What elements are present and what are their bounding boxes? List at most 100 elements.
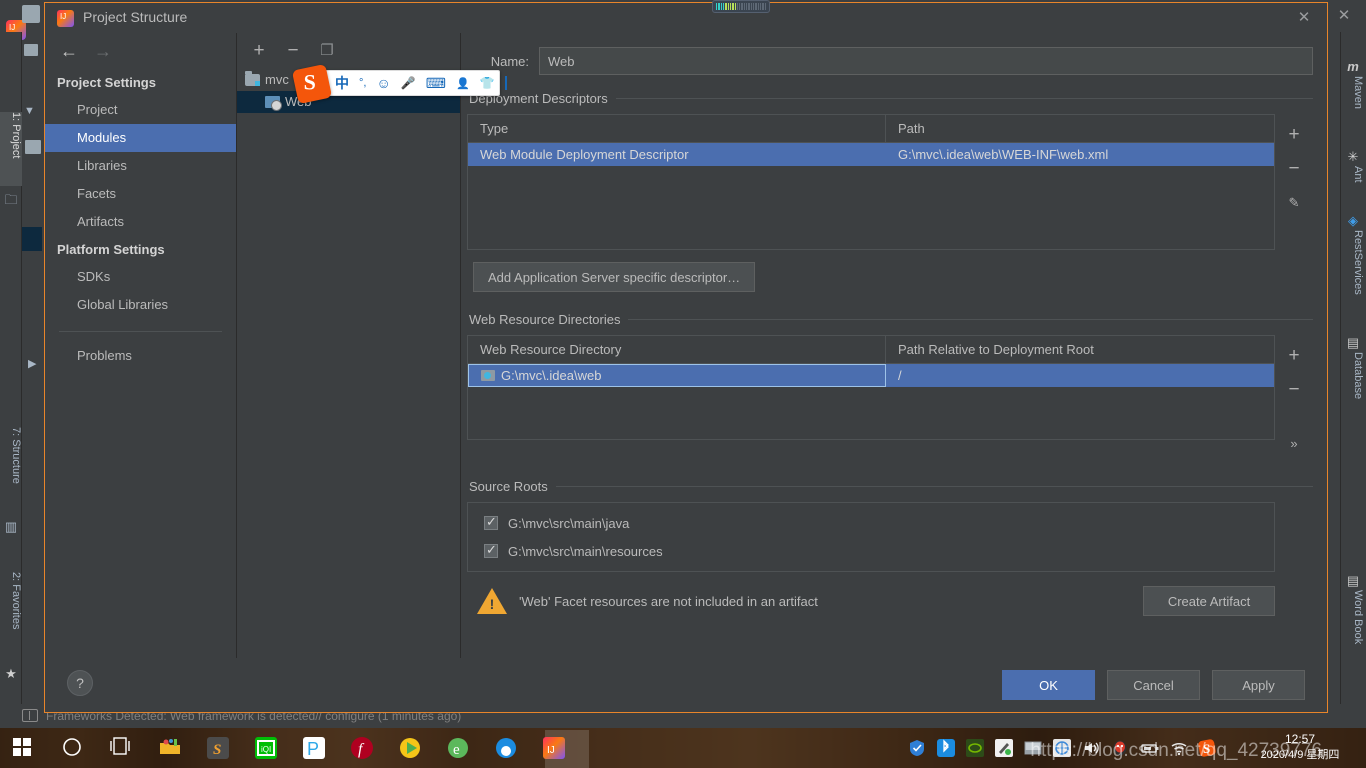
add-app-server-descriptor-button[interactable]: Add Application Server specific descript…	[473, 262, 756, 292]
sidebar-item-project[interactable]: 1: Project	[0, 112, 22, 186]
browser-icon[interactable]	[495, 737, 517, 759]
flash-icon[interactable]: f	[351, 737, 373, 759]
web-resource-directories-caption: Web Resource Directories	[469, 312, 1313, 327]
folder-browse-icon[interactable]	[481, 370, 495, 381]
facet-settings-panel: Name: Deployment Descriptors Type Path W…	[461, 33, 1327, 658]
dialog-title: Project Structure	[83, 9, 188, 25]
cell-type: Web Module Deployment Descriptor	[480, 147, 689, 162]
table-row[interactable]: / G:\mvc\.idea\web	[468, 364, 1274, 387]
sogou-ime-toolbar[interactable]: 中 °, ☺ 🎤 ⌨ 👤 👕	[291, 63, 507, 105]
back-arrow-icon[interactable]: ←	[57, 41, 81, 63]
sidebar-item-facets[interactable]: Facets	[45, 180, 236, 208]
tool-window-database[interactable]: Database	[1342, 352, 1364, 420]
sidebar-item-artifacts[interactable]: Artifacts	[45, 208, 236, 236]
bluetooth-icon[interactable]	[937, 739, 955, 757]
dialog-footer: ? OK Cancel Apply	[45, 658, 1327, 712]
column-header-web-resource-directory[interactable]: Web Resource Directory	[468, 336, 886, 363]
ide-right-tool-strip: m Maven ✳ Ant ◈ RestServices ▤ Database …	[1340, 32, 1366, 728]
explorer-icon[interactable]	[159, 737, 181, 759]
ide-close-icon[interactable]: ✕	[1330, 4, 1358, 28]
warning-triangle-icon	[477, 588, 507, 614]
remove-descriptor-button[interactable]: −	[1280, 152, 1308, 186]
column-header-path[interactable]: Path	[886, 115, 1274, 142]
remove-web-resource-button[interactable]: −	[1280, 373, 1308, 407]
tool-window-rest-services[interactable]: RestServices	[1342, 230, 1364, 324]
ok-button[interactable]: OK	[1002, 670, 1095, 700]
battery-icon[interactable]	[1140, 739, 1159, 757]
qq-icon[interactable]	[1111, 739, 1129, 757]
tool-window-word-book[interactable]: Word Book	[1342, 590, 1364, 670]
iqiyi-icon[interactable]: iQI	[255, 737, 277, 759]
punctuation-icon[interactable]: °,	[359, 77, 366, 89]
voice-input-icon[interactable]: 🎤	[401, 76, 416, 90]
task-view-icon[interactable]	[109, 737, 131, 759]
toolbox-icon[interactable]	[504, 76, 507, 90]
list-item[interactable]: G:\mvc\src\main\resources	[468, 537, 1274, 565]
create-artifact-button[interactable]: Create Artifact	[1143, 586, 1275, 616]
project-folder-icon	[22, 5, 40, 23]
source-root-checkbox[interactable]	[484, 542, 498, 558]
skin-icon[interactable]: 👕	[480, 76, 495, 90]
sidebar-item-sdks[interactable]: SDKs	[45, 263, 236, 291]
tool-window-ant[interactable]: Ant	[1342, 166, 1364, 200]
expand-web-resource-button[interactable]: »	[1280, 427, 1308, 461]
tree-collapse-arrow-icon[interactable]: ▼	[24, 105, 35, 117]
touchpad-icon[interactable]	[1024, 739, 1042, 757]
tree-expand-arrow-icon[interactable]: ▶	[28, 357, 36, 370]
sidebar-item-problems[interactable]: Problems	[45, 342, 236, 370]
sogou-tray-icon[interactable]: S	[1198, 739, 1216, 757]
sublime-text-icon[interactable]: S	[207, 737, 229, 759]
emoji-icon[interactable]: ☺	[376, 75, 390, 91]
network-monitor-icon[interactable]	[1053, 739, 1071, 757]
wifi-icon[interactable]	[1169, 739, 1187, 757]
remove-module-button[interactable]: −	[281, 39, 305, 63]
intellij-idea-icon[interactable]: IJ	[543, 737, 565, 759]
sidebar-item-modules[interactable]: Modules	[45, 124, 236, 152]
add-descriptor-button[interactable]: +	[1280, 118, 1308, 152]
tree-selected-row[interactable]	[22, 227, 42, 251]
apply-button[interactable]: Apply	[1212, 670, 1305, 700]
ebook-icon[interactable]: e	[447, 737, 469, 759]
rest-services-icon: ◈	[1348, 213, 1358, 228]
copy-module-button[interactable]: ❐	[315, 39, 339, 63]
column-header-relative-path[interactable]: Path Relative to Deployment Root	[886, 336, 1274, 363]
sidebar-item-libraries[interactable]: Libraries	[45, 152, 236, 180]
user-center-icon[interactable]: 👤	[456, 77, 470, 90]
web-resource-directory-editor[interactable]: G:\mvc\.idea\web	[468, 364, 886, 387]
dialog-app-icon	[57, 10, 74, 27]
taskbar-clock[interactable]: 12:57 2020/4/9 星期四	[1252, 731, 1348, 763]
sidebar-item-favorites[interactable]: 2: Favorites	[0, 572, 22, 662]
help-button[interactable]: ?	[67, 670, 93, 696]
ant-icon: ✳	[1347, 149, 1359, 164]
chinese-mode-icon[interactable]: 中	[335, 73, 349, 93]
potplayer-icon[interactable]	[399, 737, 421, 759]
tool-window-maven[interactable]: Maven	[1342, 76, 1364, 136]
clock-time: 12:57	[1284, 732, 1316, 746]
source-roots-list: G:\mvc\src\main\java G:\mvc\src\main\res…	[467, 502, 1275, 572]
list-item[interactable]: G:\mvc\src\main\java	[468, 509, 1274, 537]
deployment-descriptors-section: Type Path Web Module Deployment Descript…	[467, 114, 1313, 250]
windows-start-icon[interactable]	[12, 737, 34, 759]
security-shield-icon[interactable]	[908, 739, 926, 757]
pdf-reader-icon[interactable]: P	[303, 737, 325, 759]
edit-descriptor-button[interactable]: ✎	[1280, 186, 1308, 220]
sidebar-item-structure[interactable]: 7: Structure	[0, 427, 22, 513]
add-web-resource-button[interactable]: +	[1280, 339, 1308, 373]
name-input[interactable]	[539, 47, 1313, 75]
volume-icon[interactable]	[1082, 739, 1100, 757]
dialog-close-icon[interactable]: ✕	[1293, 8, 1315, 28]
sidebar-item-project[interactable]: Project	[45, 96, 236, 124]
sogou-logo-icon[interactable]	[291, 63, 333, 105]
add-module-button[interactable]: +	[247, 39, 271, 63]
wacom-pen-icon[interactable]	[995, 739, 1013, 757]
soft-keyboard-icon[interactable]: ⌨	[426, 75, 446, 92]
source-root-checkbox[interactable]	[484, 514, 498, 530]
table-row[interactable]: Web Module Deployment Descriptor G:\mvc\…	[468, 143, 1274, 166]
sidebar-item-global-libraries[interactable]: Global Libraries	[45, 291, 236, 319]
nvidia-icon[interactable]	[966, 739, 984, 757]
cortana-icon[interactable]	[62, 737, 84, 759]
nav-history-toolbar: ← →	[45, 33, 236, 69]
svg-text:P: P	[307, 739, 319, 759]
column-header-type[interactable]: Type	[468, 115, 886, 142]
cancel-button[interactable]: Cancel	[1107, 670, 1200, 700]
